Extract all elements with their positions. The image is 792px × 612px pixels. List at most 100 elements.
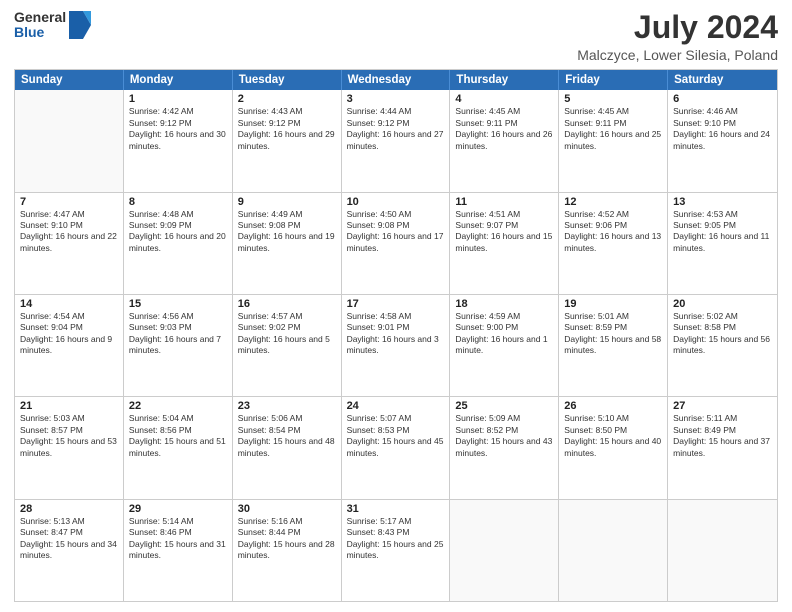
calendar-cell-2-3: 17Sunrise: 4:58 AM Sunset: 9:01 PM Dayli… xyxy=(342,295,451,396)
calendar-cell-4-6 xyxy=(668,500,777,601)
calendar-cell-3-2: 23Sunrise: 5:06 AM Sunset: 8:54 PM Dayli… xyxy=(233,397,342,498)
day-info: Sunrise: 4:51 AM Sunset: 9:07 PM Dayligh… xyxy=(455,209,553,255)
calendar-cell-0-6: 6Sunrise: 4:46 AM Sunset: 9:10 PM Daylig… xyxy=(668,90,777,191)
day-number: 4 xyxy=(455,93,553,105)
calendar-cell-1-6: 13Sunrise: 4:53 AM Sunset: 9:05 PM Dayli… xyxy=(668,193,777,294)
logo-icon xyxy=(69,11,91,39)
calendar-cell-0-5: 5Sunrise: 4:45 AM Sunset: 9:11 PM Daylig… xyxy=(559,90,668,191)
day-info: Sunrise: 4:43 AM Sunset: 9:12 PM Dayligh… xyxy=(238,106,336,152)
day-info: Sunrise: 5:13 AM Sunset: 8:47 PM Dayligh… xyxy=(20,516,118,562)
calendar-cell-1-5: 12Sunrise: 4:52 AM Sunset: 9:06 PM Dayli… xyxy=(559,193,668,294)
day-number: 21 xyxy=(20,400,118,412)
title-block: July 2024 Malczyce, Lower Silesia, Polan… xyxy=(577,10,778,63)
day-number: 1 xyxy=(129,93,227,105)
logo: General Blue xyxy=(14,10,91,41)
day-info: Sunrise: 4:50 AM Sunset: 9:08 PM Dayligh… xyxy=(347,209,445,255)
day-number: 6 xyxy=(673,93,772,105)
calendar: Sunday Monday Tuesday Wednesday Thursday… xyxy=(14,69,778,602)
calendar-cell-2-1: 15Sunrise: 4:56 AM Sunset: 9:03 PM Dayli… xyxy=(124,295,233,396)
calendar-cell-2-2: 16Sunrise: 4:57 AM Sunset: 9:02 PM Dayli… xyxy=(233,295,342,396)
day-number: 31 xyxy=(347,503,445,515)
header-sunday: Sunday xyxy=(15,70,124,90)
calendar-row-4: 28Sunrise: 5:13 AM Sunset: 8:47 PM Dayli… xyxy=(15,499,777,601)
calendar-cell-0-3: 3Sunrise: 4:44 AM Sunset: 9:12 PM Daylig… xyxy=(342,90,451,191)
calendar-cell-3-0: 21Sunrise: 5:03 AM Sunset: 8:57 PM Dayli… xyxy=(15,397,124,498)
day-number: 20 xyxy=(673,298,772,310)
day-info: Sunrise: 4:52 AM Sunset: 9:06 PM Dayligh… xyxy=(564,209,662,255)
header-friday: Friday xyxy=(559,70,668,90)
calendar-cell-1-4: 11Sunrise: 4:51 AM Sunset: 9:07 PM Dayli… xyxy=(450,193,559,294)
day-number: 16 xyxy=(238,298,336,310)
day-info: Sunrise: 5:02 AM Sunset: 8:58 PM Dayligh… xyxy=(673,311,772,357)
day-info: Sunrise: 4:44 AM Sunset: 9:12 PM Dayligh… xyxy=(347,106,445,152)
page: General Blue July 2024 Malczyce, Lower S… xyxy=(0,0,792,612)
logo-general: General xyxy=(14,10,66,25)
day-number: 7 xyxy=(20,196,118,208)
calendar-cell-3-6: 27Sunrise: 5:11 AM Sunset: 8:49 PM Dayli… xyxy=(668,397,777,498)
day-info: Sunrise: 4:49 AM Sunset: 9:08 PM Dayligh… xyxy=(238,209,336,255)
day-info: Sunrise: 5:01 AM Sunset: 8:59 PM Dayligh… xyxy=(564,311,662,357)
day-number: 17 xyxy=(347,298,445,310)
logo-blue: Blue xyxy=(14,25,66,40)
header-monday: Monday xyxy=(124,70,233,90)
day-number: 8 xyxy=(129,196,227,208)
day-info: Sunrise: 5:06 AM Sunset: 8:54 PM Dayligh… xyxy=(238,413,336,459)
day-info: Sunrise: 4:45 AM Sunset: 9:11 PM Dayligh… xyxy=(455,106,553,152)
day-info: Sunrise: 5:16 AM Sunset: 8:44 PM Dayligh… xyxy=(238,516,336,562)
calendar-cell-3-1: 22Sunrise: 5:04 AM Sunset: 8:56 PM Dayli… xyxy=(124,397,233,498)
calendar-row-2: 14Sunrise: 4:54 AM Sunset: 9:04 PM Dayli… xyxy=(15,294,777,396)
day-info: Sunrise: 4:48 AM Sunset: 9:09 PM Dayligh… xyxy=(129,209,227,255)
header-saturday: Saturday xyxy=(668,70,777,90)
day-number: 19 xyxy=(564,298,662,310)
calendar-cell-1-2: 9Sunrise: 4:49 AM Sunset: 9:08 PM Daylig… xyxy=(233,193,342,294)
calendar-cell-0-1: 1Sunrise: 4:42 AM Sunset: 9:12 PM Daylig… xyxy=(124,90,233,191)
day-info: Sunrise: 4:57 AM Sunset: 9:02 PM Dayligh… xyxy=(238,311,336,357)
day-info: Sunrise: 4:47 AM Sunset: 9:10 PM Dayligh… xyxy=(20,209,118,255)
day-info: Sunrise: 4:54 AM Sunset: 9:04 PM Dayligh… xyxy=(20,311,118,357)
day-number: 30 xyxy=(238,503,336,515)
day-number: 2 xyxy=(238,93,336,105)
day-info: Sunrise: 4:58 AM Sunset: 9:01 PM Dayligh… xyxy=(347,311,445,357)
calendar-cell-0-2: 2Sunrise: 4:43 AM Sunset: 9:12 PM Daylig… xyxy=(233,90,342,191)
day-number: 9 xyxy=(238,196,336,208)
day-number: 5 xyxy=(564,93,662,105)
calendar-cell-3-4: 25Sunrise: 5:09 AM Sunset: 8:52 PM Dayli… xyxy=(450,397,559,498)
title-location: Malczyce, Lower Silesia, Poland xyxy=(577,47,778,63)
day-info: Sunrise: 4:56 AM Sunset: 9:03 PM Dayligh… xyxy=(129,311,227,357)
header-wednesday: Wednesday xyxy=(342,70,451,90)
calendar-cell-3-3: 24Sunrise: 5:07 AM Sunset: 8:53 PM Dayli… xyxy=(342,397,451,498)
day-info: Sunrise: 4:45 AM Sunset: 9:11 PM Dayligh… xyxy=(564,106,662,152)
calendar-row-0: 1Sunrise: 4:42 AM Sunset: 9:12 PM Daylig… xyxy=(15,90,777,191)
title-month: July 2024 xyxy=(577,10,778,45)
calendar-header: Sunday Monday Tuesday Wednesday Thursday… xyxy=(15,70,777,90)
day-number: 11 xyxy=(455,196,553,208)
calendar-cell-2-6: 20Sunrise: 5:02 AM Sunset: 8:58 PM Dayli… xyxy=(668,295,777,396)
calendar-cell-3-5: 26Sunrise: 5:10 AM Sunset: 8:50 PM Dayli… xyxy=(559,397,668,498)
calendar-cell-4-1: 29Sunrise: 5:14 AM Sunset: 8:46 PM Dayli… xyxy=(124,500,233,601)
day-info: Sunrise: 5:11 AM Sunset: 8:49 PM Dayligh… xyxy=(673,413,772,459)
day-info: Sunrise: 5:07 AM Sunset: 8:53 PM Dayligh… xyxy=(347,413,445,459)
calendar-cell-4-0: 28Sunrise: 5:13 AM Sunset: 8:47 PM Dayli… xyxy=(15,500,124,601)
day-number: 10 xyxy=(347,196,445,208)
day-number: 23 xyxy=(238,400,336,412)
day-info: Sunrise: 4:46 AM Sunset: 9:10 PM Dayligh… xyxy=(673,106,772,152)
calendar-cell-4-2: 30Sunrise: 5:16 AM Sunset: 8:44 PM Dayli… xyxy=(233,500,342,601)
calendar-cell-0-0 xyxy=(15,90,124,191)
day-info: Sunrise: 4:53 AM Sunset: 9:05 PM Dayligh… xyxy=(673,209,772,255)
day-info: Sunrise: 5:09 AM Sunset: 8:52 PM Dayligh… xyxy=(455,413,553,459)
day-number: 27 xyxy=(673,400,772,412)
day-info: Sunrise: 5:10 AM Sunset: 8:50 PM Dayligh… xyxy=(564,413,662,459)
day-number: 24 xyxy=(347,400,445,412)
calendar-cell-0-4: 4Sunrise: 4:45 AM Sunset: 9:11 PM Daylig… xyxy=(450,90,559,191)
header-thursday: Thursday xyxy=(450,70,559,90)
calendar-cell-2-5: 19Sunrise: 5:01 AM Sunset: 8:59 PM Dayli… xyxy=(559,295,668,396)
calendar-cell-1-0: 7Sunrise: 4:47 AM Sunset: 9:10 PM Daylig… xyxy=(15,193,124,294)
day-info: Sunrise: 5:17 AM Sunset: 8:43 PM Dayligh… xyxy=(347,516,445,562)
day-number: 14 xyxy=(20,298,118,310)
calendar-cell-4-5 xyxy=(559,500,668,601)
day-number: 15 xyxy=(129,298,227,310)
calendar-body: 1Sunrise: 4:42 AM Sunset: 9:12 PM Daylig… xyxy=(15,90,777,601)
calendar-cell-4-4 xyxy=(450,500,559,601)
day-info: Sunrise: 4:59 AM Sunset: 9:00 PM Dayligh… xyxy=(455,311,553,357)
calendar-cell-1-3: 10Sunrise: 4:50 AM Sunset: 9:08 PM Dayli… xyxy=(342,193,451,294)
